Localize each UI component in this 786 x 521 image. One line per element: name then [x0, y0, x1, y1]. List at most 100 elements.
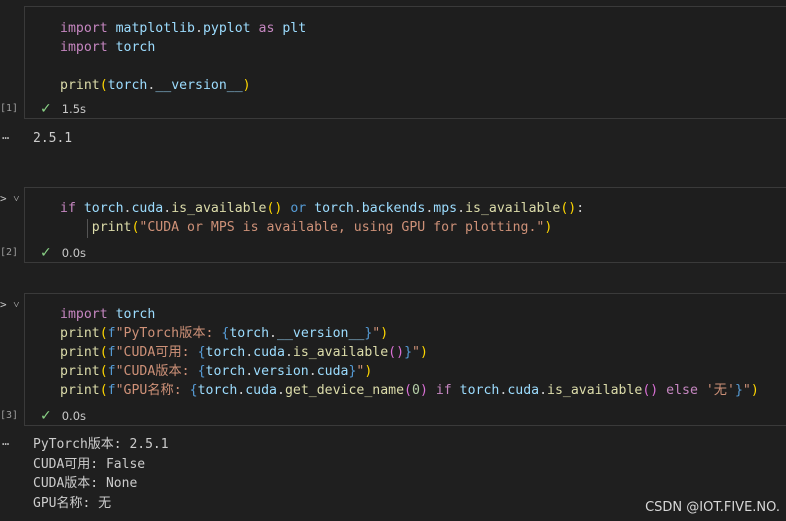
cell-status-2: ✓ 0.0s: [40, 245, 86, 261]
code-token: (): [266, 201, 283, 216]
code-token: .: [269, 326, 277, 341]
code-token: f: [107, 326, 116, 341]
code-token: ): [544, 220, 553, 235]
code-token: .: [163, 201, 172, 216]
code-token: import: [60, 21, 116, 36]
output-line: 2.5.1: [33, 131, 73, 146]
code-token: print: [60, 383, 100, 398]
code-token: (: [404, 383, 412, 398]
code-token: (: [99, 383, 108, 398]
code-line: print(torch.__version__): [60, 76, 786, 95]
code-token: is_available: [465, 201, 561, 216]
execution-time-2: 0.0s: [61, 246, 87, 260]
code-token: .: [457, 201, 466, 216]
code-token: or: [282, 201, 315, 216]
code-token: cuda: [507, 383, 540, 398]
code-token: {: [197, 345, 206, 360]
code-token: ": [742, 383, 751, 398]
code-token: 0: [412, 383, 420, 398]
execution-time-3: 0.0s: [61, 409, 87, 423]
code-token: (): [388, 345, 405, 360]
cell-status-3: ✓ 0.0s: [40, 408, 86, 424]
code-token: is_available: [547, 383, 643, 398]
code-token: __version__: [155, 78, 243, 93]
code-token: if: [60, 201, 84, 216]
code-token: get_device_name: [284, 383, 405, 398]
execution-count-3: [3]: [0, 410, 19, 421]
code-token: :: [576, 201, 585, 216]
code-token: __version__: [277, 326, 365, 341]
code-cell-3[interactable]: import torch print(f"PyTorch版本: {torch.__…: [24, 293, 786, 426]
code-token: print: [60, 345, 100, 360]
code-line: import torch: [60, 305, 786, 324]
run-collapse-toggle-2[interactable]: > ˅: [0, 192, 19, 205]
code-token: torch: [107, 78, 148, 93]
code-token: .: [284, 345, 293, 360]
execution-time-1: 1.5s: [61, 102, 87, 116]
code-token: torch: [229, 326, 270, 341]
code-editor-3[interactable]: import torch print(f"PyTorch版本: {torch.__…: [60, 305, 786, 400]
output-line: CUDA版本: None: [33, 476, 138, 491]
code-line: import torch: [60, 38, 786, 57]
code-token: backends: [361, 201, 426, 216]
code-editor-1[interactable]: import matplotlib.pyplot as plt import to…: [60, 19, 786, 95]
code-cell-1[interactable]: import matplotlib.pyplot as plt import to…: [24, 6, 786, 119]
code-token: torch: [115, 307, 156, 322]
code-token: .: [539, 383, 548, 398]
code-token: f: [107, 345, 116, 360]
code-token: pyplot: [202, 21, 251, 36]
code-token: (: [99, 326, 108, 341]
code-line: print(f"CUDA可用: {torch.cuda.is_available…: [60, 343, 786, 362]
code-token: torch: [314, 201, 354, 216]
code-token: "CUDA or MPS is available, using GPU for…: [139, 220, 545, 235]
watermark: CSDN @IOT.FIVE.NO.: [645, 500, 780, 515]
code-token: cuda: [245, 383, 277, 398]
code-token: torch: [459, 383, 500, 398]
code-token: "CUDA版本:: [115, 364, 198, 379]
code-cell-2[interactable]: if torch.cuda.is_available() or torch.ba…: [24, 187, 786, 263]
code-token: is_available: [171, 201, 267, 216]
code-token: ): [364, 364, 373, 379]
code-token: "CUDA可用:: [115, 345, 198, 360]
code-token: .: [308, 364, 317, 379]
code-token: print: [91, 220, 132, 235]
code-token: print: [60, 326, 100, 341]
output-line: GPU名称: 无: [33, 495, 112, 511]
code-token: torch: [197, 383, 238, 398]
cell-status-1: ✓ 1.5s: [40, 101, 86, 117]
code-token: plt: [282, 21, 307, 36]
code-editor-2[interactable]: if torch.cuda.is_available() or torch.ba…: [60, 199, 786, 237]
output-menu-icon-3[interactable]: …: [2, 434, 9, 448]
code-token: (: [99, 78, 108, 93]
code-token: .: [353, 201, 362, 216]
code-token: print: [60, 364, 100, 379]
code-token: ): [380, 326, 389, 341]
code-token: mps: [433, 201, 458, 216]
code-token: torch: [205, 345, 246, 360]
code-line: print(f"GPU名称: {torch.cuda.get_device_na…: [60, 381, 786, 400]
code-token: "PyTorch版本:: [115, 326, 222, 341]
code-token: f: [107, 364, 116, 379]
code-line: print("CUDA or MPS is available, using G…: [60, 218, 786, 237]
code-token: .: [245, 345, 254, 360]
run-collapse-toggle-3[interactable]: > ˅: [0, 298, 19, 311]
code-token: (: [99, 364, 108, 379]
cell-output-1: 2.5.1: [33, 129, 72, 149]
code-token: ": [412, 345, 420, 360]
code-token: (): [642, 383, 659, 398]
code-line: if torch.cuda.is_available() or torch.ba…: [60, 199, 786, 218]
code-token: }: [734, 383, 743, 398]
code-token: {: [197, 364, 206, 379]
code-token: import: [60, 307, 116, 322]
code-token: print: [60, 78, 100, 93]
output-line: PyTorch版本: 2.5.1: [33, 437, 169, 452]
code-token: if: [427, 383, 460, 398]
output-menu-icon-1[interactable]: …: [2, 128, 9, 142]
code-token: (: [99, 345, 108, 360]
check-icon: ✓: [40, 408, 52, 424]
code-line: print(f"CUDA版本: {torch.version.cuda}"): [60, 362, 786, 381]
output-line: CUDA可用: False: [33, 456, 146, 472]
code-token: cuda: [253, 345, 285, 360]
code-token: as: [250, 21, 283, 36]
